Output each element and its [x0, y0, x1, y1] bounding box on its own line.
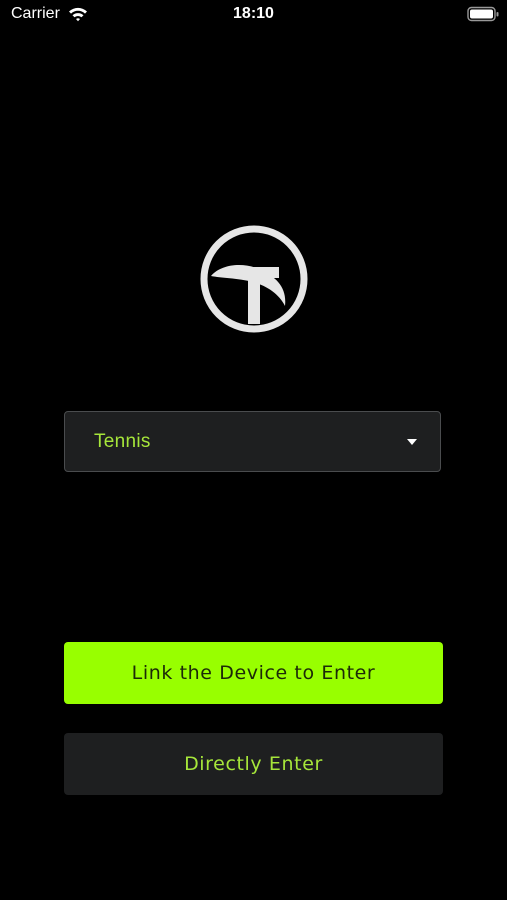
sport-select[interactable]: Tennis: [64, 411, 441, 472]
directly-enter-button[interactable]: Directly Enter: [64, 733, 443, 795]
clock: 18:10: [233, 5, 274, 22]
dropdown-caret-icon: [407, 439, 417, 445]
battery-icon: [467, 6, 499, 22]
status-bar: Carrier 18:10: [0, 0, 507, 30]
link-device-button[interactable]: Link the Device to Enter: [64, 642, 443, 704]
sport-select-value: Tennis: [94, 431, 151, 452]
tennis-logo-icon: [200, 225, 308, 333]
